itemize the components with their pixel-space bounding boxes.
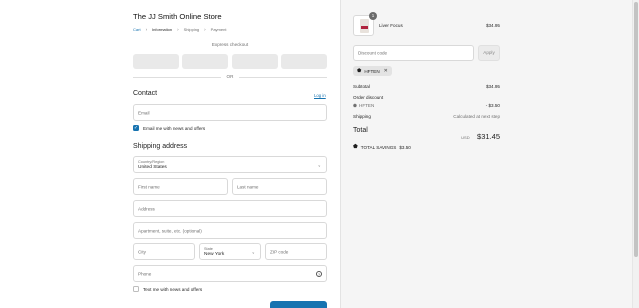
express-pay-button-3[interactable]	[232, 54, 278, 69]
country-select[interactable]: Country/Region United States ⌄	[133, 156, 327, 173]
email-placeholder: Email	[138, 110, 150, 115]
continue-to-shipping-button[interactable]	[270, 301, 327, 308]
total-amount: $31.45	[477, 132, 500, 141]
help-icon[interactable]: ?	[316, 270, 322, 277]
subtotal-value: $34.95	[485, 84, 500, 89]
order-discount-label: Order discount	[353, 95, 384, 100]
shipping-row: Shipping Calculated at next step	[353, 114, 500, 119]
product-price: $34.95	[485, 23, 500, 28]
savings-amount: $3.50	[399, 144, 411, 150]
breadcrumb-shipping: Shipping	[183, 27, 200, 32]
quantity-badge: 1	[369, 12, 377, 20]
first-name-field[interactable]: First name	[133, 178, 228, 195]
discount-code-text: HFTEN	[359, 103, 375, 108]
text-news-checkbox-row[interactable]: Text me with news and offers	[133, 286, 202, 292]
subtotal-label: Subtotal	[353, 84, 370, 89]
discount-placeholder: Discount code	[358, 50, 388, 56]
express-pay-button-2[interactable]	[182, 54, 228, 69]
zip-field[interactable]: ZIP code	[265, 243, 327, 260]
state-value: New York	[204, 251, 225, 257]
order-discount-row: Order discount	[353, 95, 500, 100]
tag-icon: ⬟	[357, 68, 362, 74]
country-value: United States	[138, 164, 167, 170]
tag-icon: ⬟	[353, 103, 357, 108]
applied-discount-chip: ⬟ HFTEN ✕	[353, 66, 392, 76]
total-value: USD $31.45	[440, 126, 500, 144]
product-name: Liver Focus	[379, 23, 403, 28]
last-name-placeholder: Last name	[237, 184, 259, 189]
email-news-checkbox-row[interactable]: ✓ Email me with news and offers	[133, 125, 205, 131]
shipping-label: Shipping	[353, 114, 371, 119]
contact-heading: Contact	[133, 90, 158, 97]
shipping-value: Calculated at next step	[453, 114, 500, 119]
email-news-label: Email me with news and offers	[143, 125, 206, 131]
express-pay-button-4[interactable]	[281, 54, 327, 69]
discount-amount: - $3.50	[485, 103, 500, 108]
last-name-field[interactable]: Last name	[232, 178, 327, 195]
state-label: State	[204, 246, 213, 251]
checkmark-icon[interactable]: ✓	[133, 125, 139, 131]
express-pay-button-1[interactable]	[133, 54, 179, 69]
chevron-down-icon: ⌄	[251, 249, 255, 254]
total-savings: ⬟ TOTAL SAVINGS $3.50	[353, 144, 411, 150]
discount-code-input[interactable]: Discount code	[353, 45, 474, 61]
phone-field[interactable]: Phone ?	[133, 265, 327, 282]
apply-discount-button[interactable]: Apply	[478, 45, 500, 61]
applied-code: HFTEN	[364, 68, 380, 74]
country-label: Country/Region	[138, 159, 165, 164]
chevron-right-icon: ›	[145, 27, 148, 32]
product-bottle	[360, 19, 369, 33]
currency-code: USD	[461, 135, 470, 140]
city-placeholder: City	[138, 249, 146, 254]
shipping-heading: Shipping address	[133, 143, 188, 150]
breadcrumb-cart[interactable]: Cart	[133, 27, 141, 32]
close-icon[interactable]: ✕	[384, 68, 388, 74]
address-field[interactable]: Address	[133, 200, 327, 217]
apartment-placeholder: Apartment, suite, etc. (optional)	[138, 228, 202, 233]
tag-icon: ⬟	[353, 144, 358, 150]
chevron-right-icon: ›	[204, 27, 206, 32]
store-title[interactable]: The JJ Smith Online Store	[133, 12, 222, 21]
chevron-right-icon: ›	[177, 27, 179, 32]
text-news-label: Text me with news and offers	[143, 286, 203, 292]
subtotal-row: Subtotal $34.95	[353, 84, 500, 89]
text-news-checkbox[interactable]	[133, 286, 139, 292]
email-field[interactable]: Email	[133, 104, 327, 121]
first-name-placeholder: First name	[138, 184, 160, 189]
city-field[interactable]: City	[133, 243, 195, 260]
or-text: OR	[226, 74, 234, 79]
chevron-down-icon: ⌄	[317, 162, 321, 167]
or-divider: OR	[133, 74, 327, 80]
total-label: Total	[353, 127, 368, 134]
login-link[interactable]: Log in	[314, 93, 326, 98]
address-placeholder: Address	[138, 206, 155, 211]
scrollbar[interactable]	[632, 0, 639, 308]
phone-placeholder: Phone	[138, 271, 152, 276]
discount-code-row: ⬟ HFTEN - $3.50	[353, 103, 500, 109]
breadcrumb-information: Information	[152, 27, 173, 32]
state-select[interactable]: State New York ⌄	[199, 243, 261, 260]
zip-placeholder: ZIP code	[270, 249, 289, 254]
savings-label: TOTAL SAVINGS	[360, 144, 397, 150]
breadcrumb: Cart › Information › Shipping › Payment	[133, 27, 226, 32]
breadcrumb-payment: Payment	[210, 27, 227, 32]
scrollbar-thumb[interactable]	[634, 2, 638, 257]
express-checkout-label: Express checkout	[211, 42, 249, 47]
apartment-field[interactable]: Apartment, suite, etc. (optional)	[133, 222, 327, 239]
